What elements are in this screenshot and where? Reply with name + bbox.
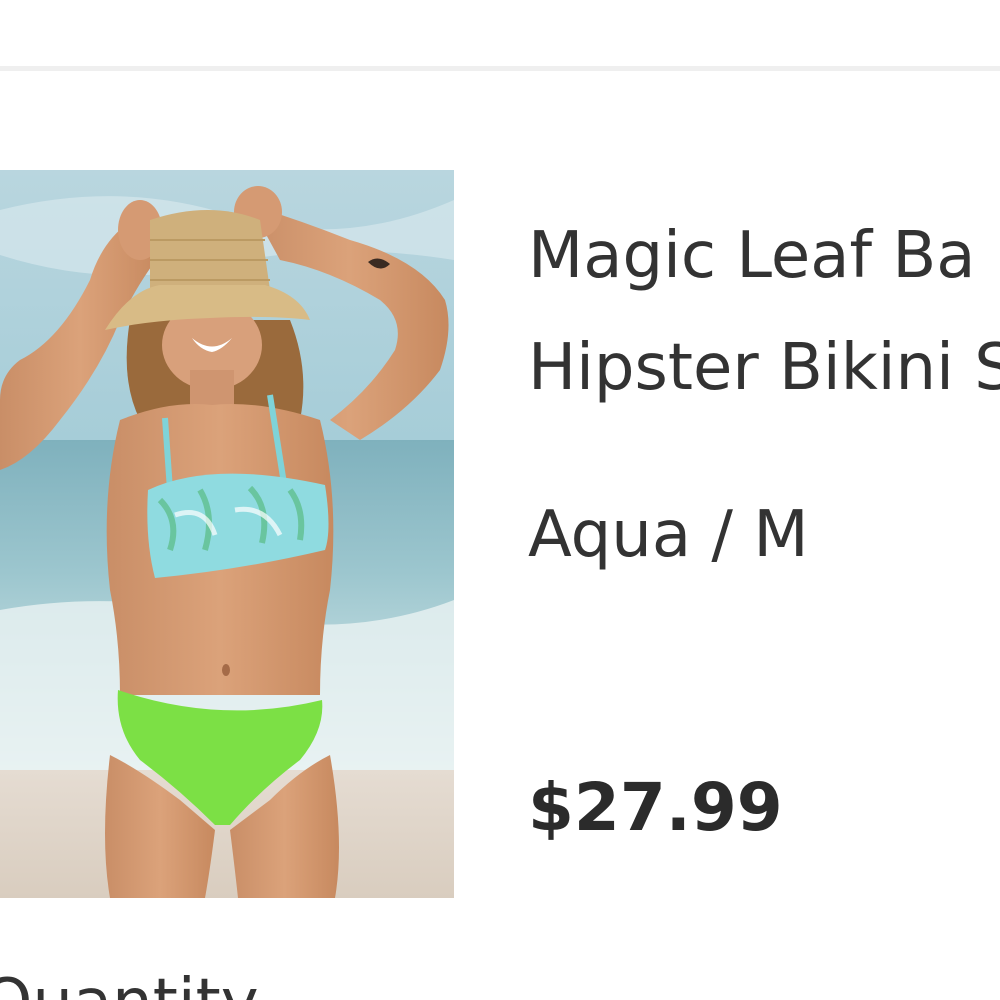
product-price: $27.99 bbox=[528, 769, 783, 846]
product-photo bbox=[0, 170, 454, 898]
quantity-label: Quantity bbox=[0, 958, 259, 1000]
product-title: Magic Leaf Ba Hipster Bikini S bbox=[528, 200, 1000, 424]
product-page: Magic Leaf Ba Hipster Bikini S Aqua / M … bbox=[0, 0, 1000, 1000]
product-title-line-2: Hipster Bikini S bbox=[528, 331, 1000, 405]
top-bar bbox=[0, 0, 1000, 66]
top-divider bbox=[0, 66, 1000, 71]
product-title-line-1: Magic Leaf Ba bbox=[528, 219, 976, 293]
product-variant: Aqua / M bbox=[528, 498, 809, 572]
product-image[interactable] bbox=[0, 170, 454, 898]
